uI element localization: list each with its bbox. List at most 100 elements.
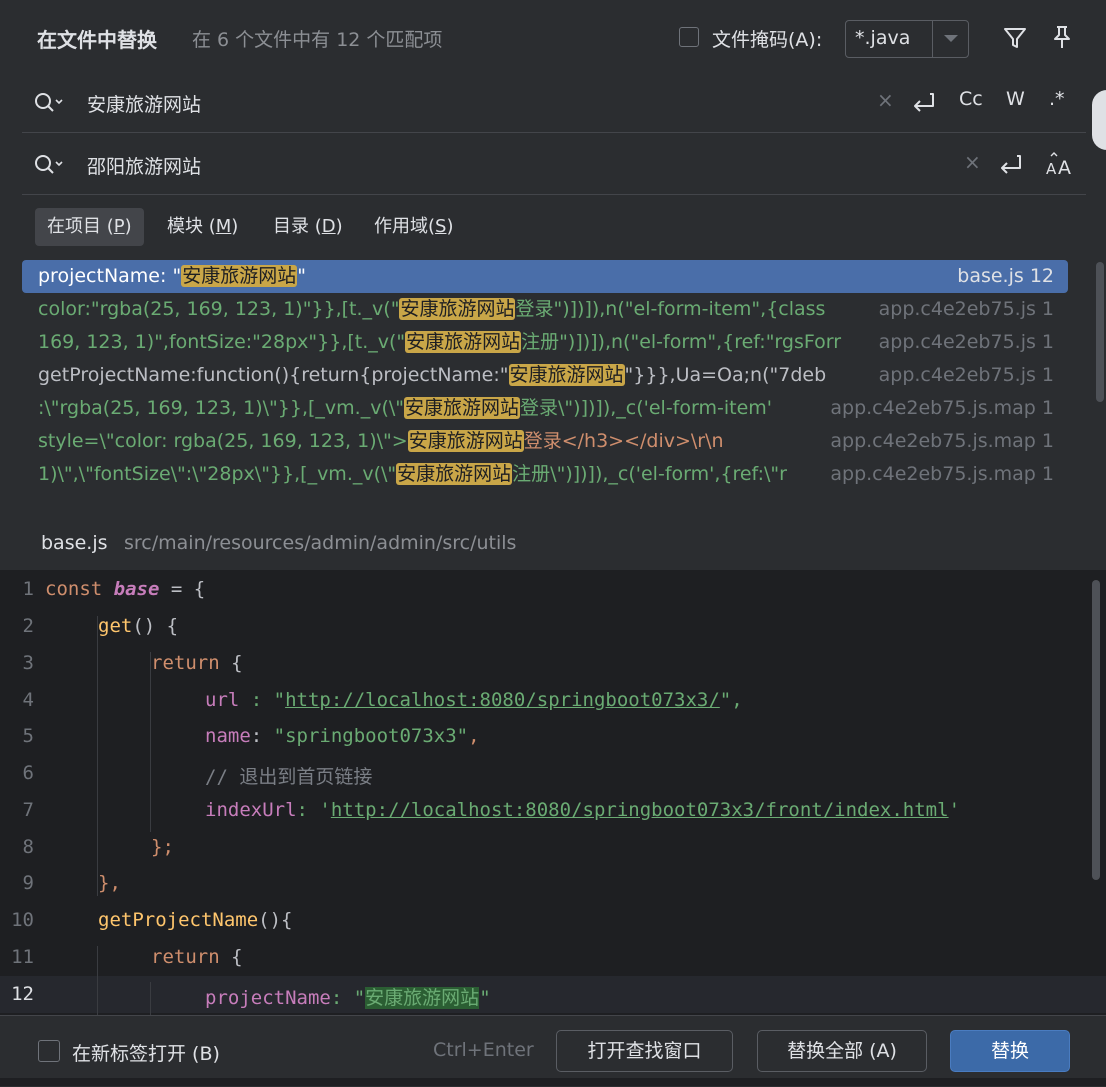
- token-plain: };: [151, 836, 174, 858]
- snippet-pre: getProjectName:function(){return{project…: [38, 364, 509, 386]
- scope-tab-module[interactable]: 模块 (M): [167, 208, 238, 246]
- snippet-pre: style=\"color: rgba(25, 169, 123, 1)\">: [38, 430, 408, 452]
- code-line: indexUrl: 'http://localhost:8080/springb…: [205, 799, 960, 821]
- snippet-pre: color:"rgba(25, 169, 123, 1)"}},[t._v(": [38, 298, 400, 320]
- code-line: projectName: "安康旅游网站": [205, 983, 491, 1010]
- code-line: get() {: [98, 615, 178, 637]
- token-plain: :: [250, 725, 274, 747]
- regex-button[interactable]: .*: [1049, 88, 1065, 110]
- line-number: 9: [22, 872, 34, 894]
- snippet-pre: 1)\",\"fontSize\":\"28px\"}},[_vm._v(\": [38, 463, 397, 485]
- preview-file-path: src/main/resources/admin/admin/src/utils: [124, 532, 517, 554]
- replace-history-icon[interactable]: [34, 154, 66, 180]
- scope-tab-scope[interactable]: 作用域(S): [374, 208, 454, 246]
- whole-words-button[interactable]: W: [1006, 88, 1025, 110]
- result-file: app.c4e2eb75.js.map 1: [830, 397, 1054, 419]
- match-highlight: 安康旅游网站: [396, 463, 513, 485]
- token-plain: : ": [330, 987, 366, 1009]
- shortcut-hint: Ctrl+Enter: [433, 1039, 534, 1061]
- code-line: const base = {: [45, 578, 205, 600]
- pin-icon[interactable]: [1050, 24, 1074, 54]
- scope-label: 模块 (: [167, 216, 216, 237]
- clear-find-icon[interactable]: ×: [877, 88, 894, 112]
- token-function: get: [98, 615, 133, 637]
- code-url-link[interactable]: http://localhost:8080/springboot073x3/fr…: [331, 799, 949, 821]
- token-plain: (){: [258, 909, 293, 931]
- snippet-pre: 169, 123, 1)",fontSize:"28px"}},[t._v(": [38, 331, 406, 353]
- current-line-highlight: [0, 976, 1106, 1013]
- find-input[interactable]: 安康旅游网站: [87, 90, 201, 117]
- find-field[interactable]: 安康旅游网站 × Cc W .*: [22, 72, 1086, 133]
- new-tab-label: 在新标签打开 (B): [72, 1043, 220, 1065]
- new-line-icon[interactable]: [911, 90, 937, 119]
- file-mask-value[interactable]: *.java: [855, 27, 910, 49]
- snippet-post: ": [297, 265, 306, 287]
- result-snippet: 169, 123, 1)",fontSize:"28px"}},[t._v("安…: [38, 326, 858, 359]
- token-comment: // 退出到首页链接: [205, 766, 373, 788]
- line-number: 2: [22, 615, 34, 637]
- token-plain: () {: [132, 615, 179, 637]
- file-mask-combobox[interactable]: *.java: [845, 20, 969, 58]
- token-property: name: [205, 725, 251, 747]
- match-case-button[interactable]: Cc: [959, 88, 983, 110]
- token-plain: {: [219, 946, 243, 968]
- editor-scrollbar[interactable]: [1092, 580, 1100, 880]
- file-mask-checkbox[interactable]: [679, 27, 699, 47]
- token-plain: ",: [719, 689, 743, 711]
- token-plain: = {: [159, 578, 206, 600]
- preview-file-name: base.js: [41, 532, 108, 554]
- line-number: 5: [22, 725, 34, 747]
- new-line-icon[interactable]: [998, 152, 1024, 181]
- result-row[interactable]: 1)\",\"fontSize\":\"28px\"}},[_vm._v(\"安…: [22, 458, 1068, 491]
- code-line: url : "http://localhost:8080/springboot0…: [205, 689, 743, 711]
- result-row[interactable]: projectName: "安康旅游网站" base.js 12: [22, 260, 1068, 293]
- side-button-peek: [1092, 90, 1106, 150]
- scope-tail: ): [124, 216, 132, 237]
- code-url-link[interactable]: http://localhost:8080/springboot073x3/: [285, 689, 720, 711]
- scope-mnemonic: M: [215, 216, 232, 237]
- chevron-down-icon[interactable]: [944, 35, 958, 42]
- result-row[interactable]: :\"rgba(25, 169, 123, 1)\"}},[_vm._v(\"安…: [22, 392, 1068, 425]
- token-plain: ,: [468, 725, 480, 747]
- result-file: app.c4e2eb75.js 1: [878, 364, 1054, 386]
- scope-mnemonic: S: [435, 216, 447, 237]
- preview-file-bar: base.js src/main/resources/admin/admin/s…: [22, 520, 1086, 568]
- result-file: app.c4e2eb75.js 1: [878, 298, 1054, 320]
- clear-replace-icon[interactable]: ×: [964, 150, 981, 174]
- code-line: return {: [151, 946, 243, 968]
- scope-tab-project[interactable]: 在项目 (P): [35, 208, 144, 246]
- token-keyword: return: [151, 652, 220, 674]
- dialog-footer: 在新标签打开 (B) Ctrl+Enter 打开查找窗口 替换全部 (A) 替换: [0, 1015, 1106, 1087]
- snippet-post: 注册\")])]),_c('el-form',{ref:\"r: [512, 463, 787, 485]
- result-snippet: projectName: "安康旅游网站": [38, 260, 858, 293]
- token-property: projectName: [205, 987, 331, 1009]
- token-function: getProjectName: [98, 909, 259, 931]
- code-preview[interactable]: 1 2 3 4 5 6 7 8 9 10 11 12 const base = …: [0, 570, 1106, 1015]
- search-history-icon[interactable]: [34, 92, 66, 118]
- preserve-case-icon[interactable]: AA: [1045, 150, 1075, 183]
- result-file: app.c4e2eb75.js 1: [878, 331, 1054, 353]
- results-scrollbar[interactable]: [1096, 262, 1104, 402]
- result-row[interactable]: style=\"color: rgba(25, 169, 123, 1)\">安…: [22, 425, 1068, 458]
- combo-separator: [932, 21, 933, 57]
- token-plain: ": [479, 987, 491, 1009]
- replace-input[interactable]: 邵阳旅游网站: [87, 152, 201, 179]
- match-highlight: 安康旅游网站: [365, 987, 480, 1009]
- match-highlight: 安康旅游网站: [181, 265, 298, 287]
- results-list[interactable]: projectName: "安康旅游网站" base.js 12 color:"…: [22, 258, 1086, 508]
- result-row[interactable]: color:"rgba(25, 169, 123, 1)"}},[t._v("安…: [22, 293, 1068, 326]
- scope-tab-directory[interactable]: 目录 (D): [273, 208, 343, 246]
- code-line: };: [151, 836, 174, 858]
- filter-icon[interactable]: [1002, 25, 1028, 55]
- result-snippet: color:"rgba(25, 169, 123, 1)"}},[t._v("安…: [38, 293, 858, 326]
- open-find-window-button[interactable]: 打开查找窗口: [556, 1030, 733, 1072]
- replace-button[interactable]: 替换: [950, 1030, 1070, 1072]
- replace-field[interactable]: 邵阳旅游网站 × AA: [22, 134, 1086, 195]
- result-row[interactable]: 169, 123, 1)",fontSize:"28px"}},[t._v("安…: [22, 326, 1068, 359]
- new-tab-checkbox[interactable]: [38, 1040, 60, 1062]
- match-highlight: 安康旅游网站: [404, 397, 521, 419]
- result-snippet: 1)\",\"fontSize\":\"28px\"}},[_vm._v(\"安…: [38, 458, 808, 491]
- result-row[interactable]: getProjectName:function(){return{project…: [22, 359, 1068, 392]
- replace-all-button[interactable]: 替换全部 (A): [757, 1030, 927, 1072]
- scope-tail: ): [335, 216, 343, 237]
